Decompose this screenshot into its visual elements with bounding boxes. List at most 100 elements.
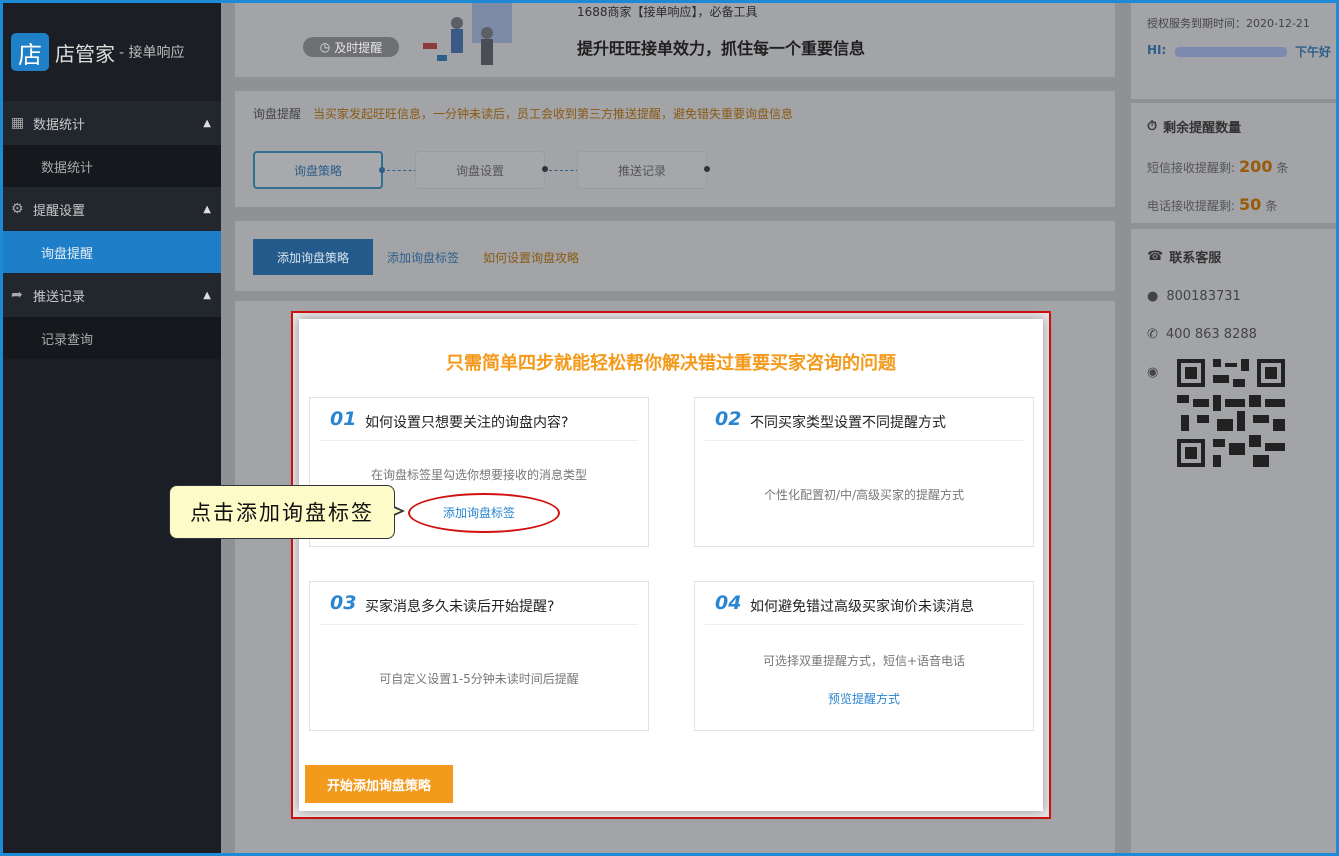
qq-icon: ● — [1147, 289, 1159, 304]
guide-card-2: 02 不同买家类型设置不同提醒方式 个性化配置初/中/高级买家的提醒方式 — [694, 397, 1034, 547]
step-inquiry-settings[interactable]: 询盘设置 — [415, 151, 548, 189]
modal-title: 只需简单四步就能轻松帮你解决错过重要买家咨询的问题 — [446, 353, 896, 374]
phone-contact[interactable]: ✆ 400 863 8288 — [1147, 327, 1257, 342]
phone-label: 电话接收提醒剩: — [1147, 199, 1236, 213]
step-push-records[interactable]: 推送记录 — [577, 151, 710, 189]
logo-text: 店管家 — [55, 41, 115, 66]
wechat-icon: ◉ — [1147, 365, 1159, 380]
export-icon: ➦ — [11, 287, 23, 303]
step-label: 询盘设置 — [455, 163, 504, 178]
menu-group-push-records[interactable]: ➦ 推送记录 ▲ — [3, 273, 221, 317]
phone-number: 400 863 8288 — [1165, 327, 1257, 342]
sidebar: 店 店管家 - 接单响应 ▦ 数据统计 ▲ 数据统计 ⚙ 提醒设置 ▲ 询盘提醒… — [3, 3, 221, 853]
card-title: 如何避免错过高级买家询价未读消息 — [750, 599, 974, 615]
howto-inquiry-link[interactable]: 如何设置询盘攻略 — [483, 249, 579, 266]
step-dot — [542, 166, 548, 172]
step-dot — [704, 166, 710, 172]
menu-group-label: 提醒设置 — [33, 203, 86, 219]
guide-card-4: 04 如何避免错过高级买家询价未读消息 可选择双重提醒方式，短信+语音电话 预览… — [694, 581, 1034, 731]
card-description: 个性化配置初/中/高级买家的提醒方式 — [763, 488, 965, 502]
card-description: 可自定义设置1-5分钟未读时间后提醒 — [379, 672, 579, 686]
service-title: 联系客服 — [1169, 251, 1222, 266]
callout-tooltip: 点击添加询盘标签 — [169, 485, 395, 539]
start-add-strategy-button[interactable]: 开始添加询盘策略 — [305, 765, 453, 803]
card-number: 01 — [330, 408, 357, 430]
guide-card-3: 03 买家消息多久未读后开始提醒? 可自定义设置1-5分钟未读时间后提醒 — [309, 581, 649, 731]
card-divider — [320, 624, 638, 625]
greeting-time: 下午好 — [1295, 45, 1332, 59]
add-inquiry-tag-link[interactable]: 添加询盘标签 — [387, 249, 459, 266]
card-divider — [705, 440, 1023, 441]
menu-group-reminder-settings[interactable]: ⚙ 提醒设置 ▲ — [3, 187, 221, 231]
highlight-ellipse — [408, 493, 560, 533]
service-panel: ☎ 联系客服 ● 800183731 ✆ 400 863 8288 ◉ — [1131, 229, 1336, 853]
sms-count: 200 — [1239, 157, 1273, 176]
logo-badge: 店 — [11, 33, 49, 71]
card-divider — [320, 440, 638, 441]
headset-icon: ☎ — [1147, 249, 1164, 264]
card-number: 02 — [715, 408, 742, 430]
qr-code — [1173, 355, 1289, 471]
banner-top-text: 1688商家【接单响应】，必备工具 — [577, 5, 758, 19]
menu-group-stats[interactable]: ▦ 数据统计 ▲ — [3, 101, 221, 145]
menu-group-label: 推送记录 — [33, 289, 86, 305]
sms-label: 短信接收提醒剩: — [1147, 161, 1236, 175]
service-header: ☎ 联系客服 — [1147, 247, 1221, 266]
step-inquiry-strategy[interactable]: 询盘策略 — [253, 151, 385, 189]
phone-icon: ✆ — [1147, 327, 1158, 342]
greeting-hi: HI: — [1147, 43, 1167, 57]
expire-date: 授权服务到期时间：2020-12-21 — [1147, 17, 1310, 30]
account-panel: 授权服务到期时间：2020-12-21 HI: 下午好 — [1131, 3, 1336, 99]
logo-subtitle: - 接单响应 — [119, 45, 185, 61]
logo: 店 店管家 - 接单响应 — [3, 3, 221, 101]
phone-count: 50 — [1239, 195, 1262, 214]
wechat-contact: ◉ — [1147, 365, 1158, 380]
card-number: 04 — [715, 592, 742, 614]
account-name-blurred — [1175, 47, 1287, 57]
step-connector — [549, 170, 579, 171]
card-description: 可选择双重提醒方式，短信+语音电话 — [762, 654, 966, 668]
card-title: 如何设置只想要关注的询盘内容? — [365, 415, 569, 431]
card-divider — [705, 624, 1023, 625]
guide-modal: 只需简单四步就能轻松帮你解决错过重要买家咨询的问题 01 如何设置只想要关注的询… — [299, 319, 1043, 811]
banner-pill-label: 及时提醒 — [334, 40, 383, 55]
caret-up-icon: ▲ — [203, 289, 211, 301]
notice-label: 询盘提醒 — [253, 107, 302, 121]
unit: 条 — [1265, 199, 1278, 213]
unit: 条 — [1276, 161, 1289, 175]
card-number: 03 — [330, 592, 357, 614]
sms-remaining: 短信接收提醒剩: 200 条 — [1147, 157, 1288, 176]
caret-up-icon: ▲ — [203, 117, 211, 129]
toolbar: 添加询盘策略 添加询盘标签 如何设置询盘攻略 — [235, 221, 1115, 291]
banner-pill: ◷ 及时提醒 — [303, 37, 399, 57]
card-title: 买家消息多久未读后开始提醒? — [365, 599, 555, 615]
bell-gear-icon: ⚙ — [11, 201, 24, 217]
menu-group-label: 数据统计 — [33, 117, 86, 133]
menu-item-inquiry-reminder[interactable]: 询盘提醒 — [3, 231, 221, 273]
banner-illustration — [423, 3, 512, 65]
phone-remaining: 电话接收提醒剩: 50 条 — [1147, 195, 1277, 214]
caret-up-icon: ▲ — [203, 203, 211, 215]
step-label: 询盘策略 — [293, 163, 342, 178]
preview-reminder-link[interactable]: 预览提醒方式 — [695, 690, 1033, 707]
card-title: 不同买家类型设置不同提醒方式 — [750, 415, 946, 431]
stopwatch-icon: ⏱ — [1147, 119, 1158, 134]
modal-highlight-frame: 只需简单四步就能轻松帮你解决错过重要买家咨询的问题 01 如何设置只想要关注的询… — [291, 311, 1051, 819]
right-panel: 授权服务到期时间：2020-12-21 HI: 下午好 ⏱ 剩余提醒数量 短信接… — [1131, 3, 1336, 853]
banner: 1688商家【接单响应】，必备工具 ◷ 及时提醒 提升旺旺接单效力，抓住每一个重… — [235, 3, 1115, 77]
menu-item-record-query[interactable]: 记录查询 — [3, 317, 221, 359]
qq-contact[interactable]: ● 800183731 — [1147, 289, 1241, 304]
qq-number: 800183731 — [1166, 289, 1241, 304]
banner-title: 提升旺旺接单效力，抓住每一个重要信息 — [577, 39, 866, 58]
bar-chart-icon: ▦ — [11, 115, 25, 131]
step-connector — [387, 170, 417, 171]
remaining-title: 剩余提醒数量 — [1163, 121, 1242, 136]
add-inquiry-strategy-button[interactable]: 添加询盘策略 — [253, 239, 373, 275]
callout-pointer-fill — [382, 503, 401, 519]
step-label: 推送记录 — [617, 163, 666, 178]
card-description: 在询盘标签里勾选你想要接收的消息类型 — [370, 468, 587, 482]
step-dot — [379, 167, 385, 173]
menu-item-stats[interactable]: 数据统计 — [3, 145, 221, 187]
notice-panel: 询盘提醒 当买家发起旺旺信息，一分钟未读后，员工会收到第三方推送提醒，避免错失重… — [235, 91, 1115, 207]
notice-text: 当买家发起旺旺信息，一分钟未读后，员工会收到第三方推送提醒，避免错失重要询盘信息 — [313, 107, 794, 121]
